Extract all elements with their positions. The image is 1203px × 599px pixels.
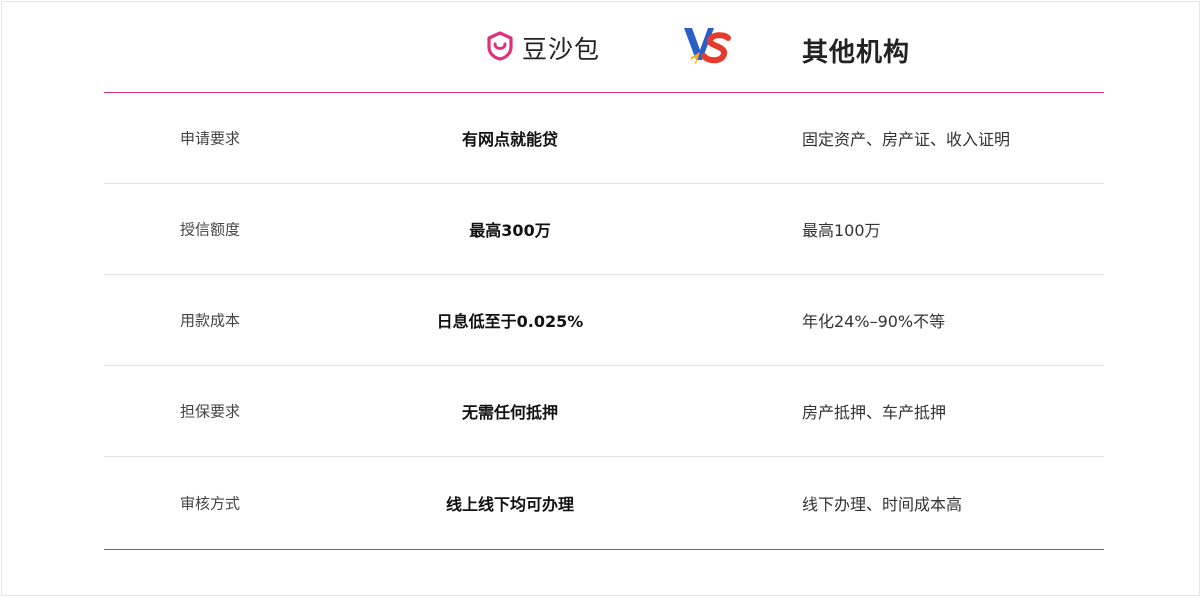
brand-logo: 豆沙包: [486, 30, 600, 66]
shield-icon: [486, 31, 514, 65]
our-value: 最高300万: [469, 221, 551, 240]
other-value: 年化24%–90%不等: [802, 312, 946, 331]
table-row: 授信额度 最高300万 最高100万: [104, 184, 1104, 275]
vs-badge-icon: [682, 24, 734, 70]
comparison-header: 豆沙包 其他机构: [104, 2, 1104, 93]
table-row: 审核方式 线上线下均可办理 线下办理、时间成本高: [104, 457, 1104, 550]
brand-name: 豆沙包: [522, 35, 601, 64]
other-value: 线下办理、时间成本高: [802, 495, 963, 514]
table-row: 申请要求 有网点就能贷 固定资产、房产证、收入证明: [104, 93, 1104, 184]
other-institutions-title: 其他机构: [802, 38, 911, 68]
comparison-table: 豆沙包 其他机构 申请要求 有网点就能贷 固定资产、房产证、收入证明 授信额度 …: [104, 2, 1104, 550]
row-label: 审核方式: [180, 494, 241, 513]
other-value: 最高100万: [802, 221, 881, 240]
other-value: 固定资产、房产证、收入证明: [802, 130, 1011, 149]
row-label: 申请要求: [180, 129, 241, 148]
table-row: 用款成本 日息低至于0.025% 年化24%–90%不等: [104, 275, 1104, 366]
row-label: 用款成本: [180, 311, 241, 330]
row-label: 担保要求: [180, 402, 241, 421]
row-label: 授信额度: [180, 220, 241, 239]
comparison-panel: 豆沙包 其他机构 申请要求 有网点就能贷 固定资产、房产证、收入证明 授信额度 …: [1, 1, 1200, 596]
our-value: 线上线下均可办理: [445, 495, 574, 514]
table-row: 担保要求 无需任何抵押 房产抵押、车产抵押: [104, 366, 1104, 457]
our-value: 日息低至于0.025%: [436, 312, 584, 331]
other-value: 房产抵押、车产抵押: [802, 403, 947, 422]
our-value: 有网点就能贷: [461, 130, 558, 149]
our-value: 无需任何抵押: [461, 403, 558, 422]
